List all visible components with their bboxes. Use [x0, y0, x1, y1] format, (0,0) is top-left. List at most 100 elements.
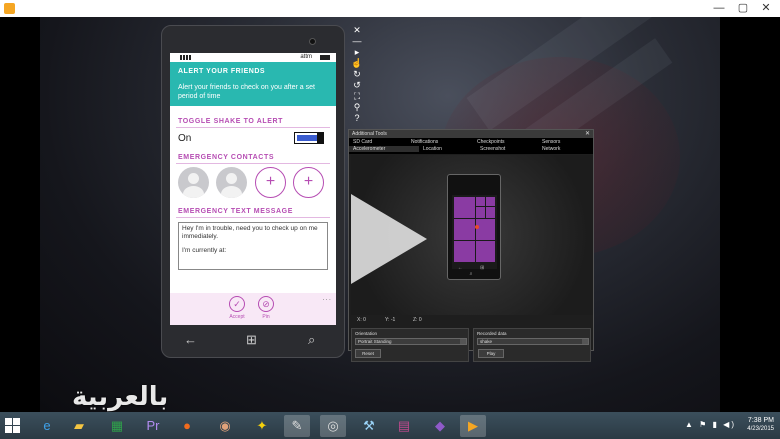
rotate-right-icon[interactable]: ↻ [351, 69, 363, 80]
rotate-left-icon[interactable]: ↺ [351, 80, 363, 91]
tile [486, 197, 495, 206]
toggle-knob [317, 133, 323, 143]
tile [476, 207, 485, 218]
divider [176, 217, 330, 218]
back-icon[interactable]: ← [184, 332, 197, 347]
video-play-icon[interactable] [351, 194, 427, 284]
tools-close-icon[interactable]: ✕ [585, 130, 590, 138]
chevron-down-icon [460, 339, 466, 344]
tab-accelerometer[interactable]: Accelerometer [349, 146, 419, 152]
hand-icon[interactable]: ☝ [351, 58, 363, 69]
maximize-button[interactable]: ▢ [732, 0, 754, 17]
tab-screenshot[interactable]: Screenshot [480, 146, 505, 152]
clock[interactable]: 7:38 PM 4/23/2015 [747, 416, 774, 434]
accelerometer-marker[interactable] [475, 225, 479, 229]
app-bar: ✓ Accept ⊘ Pin ... [170, 293, 336, 325]
pin-icon[interactable]: ⊘ [258, 296, 274, 312]
orientation-dropdown[interactable]: Portrait Standing [355, 338, 467, 345]
tile [476, 197, 485, 206]
tools-title: Additional Tools [352, 131, 387, 137]
winrar-icon[interactable]: ▤ [391, 415, 417, 437]
play-button[interactable]: Play [478, 349, 504, 358]
tools-tabs: SD Card Notifications Checkpoints Sensor… [349, 138, 593, 154]
tab-sd-card[interactable]: SD Card [353, 139, 372, 145]
carrier-label: attm [300, 54, 312, 60]
windows-logo-icon [5, 418, 12, 425]
tile [486, 207, 495, 218]
zoom-icon[interactable]: ⚲ [351, 102, 363, 113]
visual-studio-icon[interactable]: ◆ [427, 415, 453, 437]
more-menu-button[interactable]: ... [322, 293, 332, 302]
app-icon [4, 3, 15, 14]
mini-phone-model[interactable]: ← ⊞ ⌕ [447, 174, 501, 280]
pin-label: Pin [262, 314, 270, 320]
emergency-message-textbox[interactable]: Hey I'm in trouble, need you to check up… [178, 222, 328, 270]
tile [454, 197, 475, 218]
pointer-icon[interactable]: ▸ [351, 47, 363, 58]
accept-icon[interactable]: ✓ [229, 296, 245, 312]
recorded-data-dropdown[interactable]: shake [477, 338, 589, 345]
tile [476, 219, 495, 240]
tab-sensors[interactable]: Sensors [542, 139, 560, 145]
orientation-label: Orientation [355, 331, 378, 336]
chrome-icon[interactable]: ◎ [320, 415, 346, 437]
video-frame[interactable]: attm ALERT YOUR FRIENDS Alert your frien… [0, 17, 780, 412]
accept-label: Accept [229, 314, 245, 320]
start-button[interactable] [5, 418, 21, 434]
internet-explorer-icon[interactable]: e [34, 415, 60, 437]
person-icon-body [221, 186, 242, 198]
shake-toggle-switch[interactable] [294, 132, 324, 144]
app-icon[interactable]: ◉ [212, 415, 238, 437]
reset-button[interactable]: Reset [355, 349, 381, 358]
media-player-icon[interactable]: ▶ [460, 415, 486, 437]
contact-avatar[interactable] [178, 167, 209, 198]
firefox-icon[interactable]: ● [174, 415, 200, 437]
paint-icon[interactable]: ✎ [284, 415, 310, 437]
tools-icon[interactable]: ⚒ [356, 415, 382, 437]
contact-avatar[interactable] [216, 167, 247, 198]
title-bar: — ▢ ✕ [0, 0, 780, 17]
message-line: I'm currently at: [182, 247, 227, 254]
person-icon-body [183, 186, 204, 198]
toggle-row: On [170, 128, 336, 150]
mini-phone-nav: ← ⊞ ⌕ [457, 265, 493, 277]
minimize-icon[interactable]: — [351, 36, 363, 47]
x-value: X: 0 [357, 317, 366, 323]
message-section-title: EMERGENCY TEXT MESSAGE [178, 208, 293, 215]
windows-home-icon[interactable]: ⊞ [246, 332, 257, 348]
tab-checkpoints[interactable]: Checkpoints [477, 139, 505, 145]
recorded-data-value: shake [480, 339, 493, 344]
close-button[interactable]: ✕ [755, 0, 777, 17]
contacts-row: + + [170, 164, 336, 202]
excel-icon[interactable]: ▦ [104, 415, 130, 437]
add-contact-button[interactable]: + [293, 167, 324, 198]
recorded-data-panel: Recorded data shake Play [473, 328, 591, 362]
tab-location[interactable]: Location [423, 146, 442, 152]
channel-logo: بالعربية [72, 382, 169, 412]
recorded-data-label: Recorded data [477, 331, 507, 336]
person-icon [226, 173, 237, 184]
toggle-fill [297, 135, 317, 141]
help-icon[interactable]: ? [351, 113, 363, 124]
file-explorer-icon[interactable]: ▰ [66, 415, 92, 437]
aim-icon[interactable]: ✦ [249, 415, 275, 437]
premiere-icon[interactable]: Pr [140, 415, 166, 437]
alert-description: Alert your friends to check on you after… [178, 84, 315, 100]
add-contact-button[interactable]: + [255, 167, 286, 198]
date-label: 4/23/2015 [747, 426, 774, 432]
z-value: Z: 0 [413, 317, 422, 323]
tab-network[interactable]: Network [542, 146, 560, 152]
close-icon[interactable]: ✕ [351, 25, 363, 36]
minimize-button[interactable]: — [708, 0, 730, 17]
tab-notifications[interactable]: Notifications [411, 139, 438, 145]
orientation-panel: Orientation Portrait Standing Reset [351, 328, 469, 362]
windows-logo-icon [13, 418, 20, 425]
windows-logo-icon [5, 426, 12, 433]
search-icon[interactable]: ⌕ [308, 332, 315, 348]
system-tray[interactable]: ▲ ⚑ ▮ ◀) [685, 420, 736, 429]
emulator-toolbar: ✕ — ▸ ☝ ↻ ↺ ⛶ ⚲ ? [351, 25, 363, 130]
tools-title-bar: Additional Tools ✕ [349, 130, 593, 138]
fit-screen-icon[interactable]: ⛶ [351, 91, 363, 102]
tile [454, 219, 475, 240]
person-icon [188, 173, 199, 184]
